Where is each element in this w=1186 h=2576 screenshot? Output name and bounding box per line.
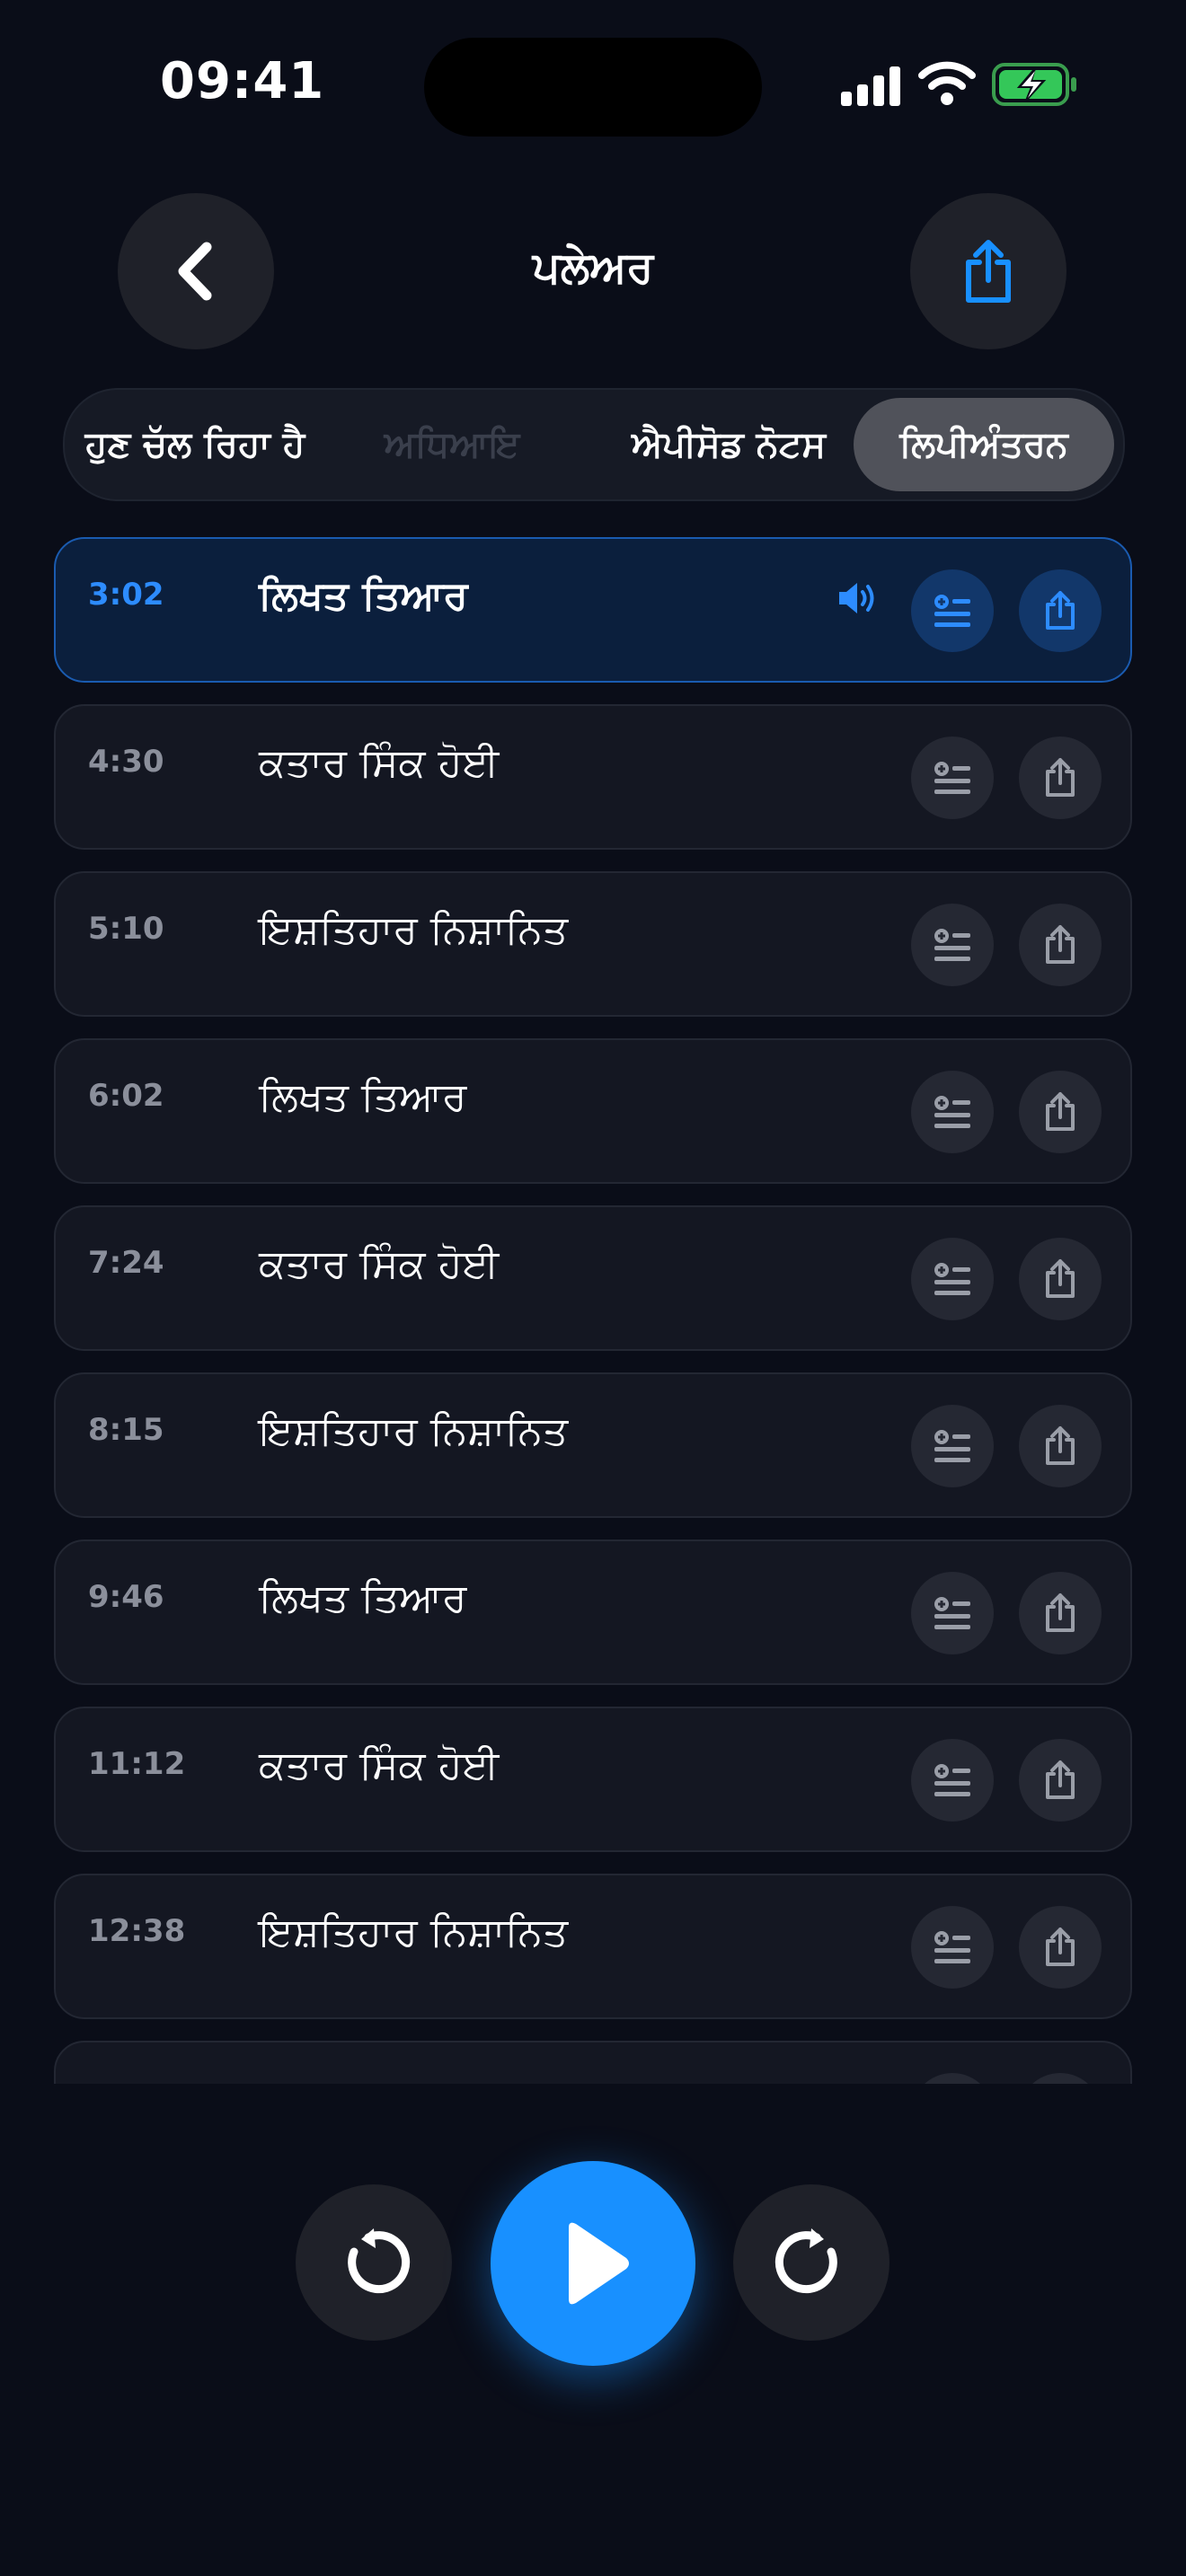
add-to-queue-button[interactable] bbox=[911, 1405, 994, 1487]
share-icon bbox=[1046, 758, 1075, 797]
transcript-timestamp[interactable]: 9:46 bbox=[88, 1579, 164, 1615]
add-to-queue-button[interactable] bbox=[911, 737, 994, 819]
share-segment-button[interactable] bbox=[1019, 1071, 1102, 1153]
transcript-text: ਇਸ਼ਤਿਹਾਰ ਨਿਸ਼ਾਨਿਤ bbox=[259, 1408, 569, 1454]
share-icon bbox=[1046, 1593, 1075, 1632]
transcript-row[interactable]: 8:15 ਇਸ਼ਤਿਹਾਰ ਨਿਸ਼ਾਨਿਤ bbox=[54, 1372, 1132, 1518]
transcript-list[interactable]: 3:02 ਲਿਖਤ ਤਿਆਰ 4:30 ਕਤਾਰ ਸਿੰਕ ਹੋਈ 5:10 ਇਸ਼ਤਿਹ… bbox=[54, 537, 1132, 2084]
share-icon bbox=[1046, 591, 1075, 630]
share-segment-button[interactable] bbox=[1019, 1572, 1102, 1654]
transcript-row[interactable]: 12:38 ਇਸ਼ਤਿਹਾਰ ਨਿਸ਼ਾਨਿਤ bbox=[54, 1874, 1132, 2019]
add-to-queue-button[interactable] bbox=[911, 904, 994, 986]
wifi-icon bbox=[918, 61, 976, 105]
add-to-queue-icon bbox=[934, 1931, 970, 1963]
share-icon bbox=[1046, 1928, 1075, 1966]
add-to-queue-icon bbox=[934, 929, 970, 961]
add-to-queue-icon bbox=[934, 1597, 970, 1629]
speaker-icon bbox=[839, 583, 874, 613]
add-to-queue-button[interactable] bbox=[911, 1238, 994, 1320]
share-button[interactable] bbox=[910, 193, 1067, 349]
tab-episode-notes[interactable]: ਐਪੀਸੋਡ ਨੋਟਸ bbox=[611, 390, 846, 499]
share-icon bbox=[1046, 925, 1075, 964]
transcript-timestamp[interactable]: 11:12 bbox=[88, 1746, 185, 1782]
transcript-row-active[interactable]: 3:02 ਲਿਖਤ ਤਿਆਰ bbox=[54, 537, 1132, 683]
add-to-queue-icon bbox=[934, 762, 970, 794]
transcript-row[interactable] bbox=[54, 2041, 1132, 2084]
transcript-timestamp[interactable]: 4:30 bbox=[88, 744, 164, 780]
transcript-text: ਕਤਾਰ ਸਿੰਕ ਹੋਈ bbox=[259, 740, 500, 786]
transcript-text: ਲਿਖਤ ਤਿਆਰ bbox=[259, 1575, 467, 1621]
add-to-queue-button[interactable] bbox=[911, 2073, 994, 2084]
status-time: 09:41 bbox=[160, 52, 325, 110]
share-icon bbox=[966, 240, 1011, 303]
share-segment-button[interactable] bbox=[1019, 1405, 1102, 1487]
forward-button[interactable] bbox=[733, 2184, 890, 2341]
dynamic-island bbox=[424, 38, 762, 137]
add-to-queue-button[interactable] bbox=[911, 1906, 994, 1989]
transcript-text: ਇਸ਼ਤਿਹਾਰ ਨਿਸ਼ਾਨਿਤ bbox=[259, 907, 569, 953]
transcript-text: ਲਿਖਤ ਤਿਆਰ bbox=[259, 573, 468, 619]
transcript-row[interactable]: 5:10 ਇਸ਼ਤਿਹਾਰ ਨਿਸ਼ਾਨਿਤ bbox=[54, 871, 1132, 1017]
transcript-row[interactable]: 4:30 ਕਤਾਰ ਸਿੰਕ ਹੋਈ bbox=[54, 704, 1132, 850]
rewind-button[interactable] bbox=[296, 2184, 452, 2341]
share-segment-button[interactable] bbox=[1019, 1238, 1102, 1320]
add-to-queue-icon bbox=[934, 595, 970, 627]
transcript-timestamp[interactable]: 7:24 bbox=[88, 1245, 164, 1281]
transcript-row[interactable]: 6:02 ਲਿਖਤ ਤਿਆਰ bbox=[54, 1038, 1132, 1184]
add-to-queue-button[interactable] bbox=[911, 1071, 994, 1153]
share-segment-button[interactable] bbox=[1019, 1906, 1102, 1989]
add-to-queue-button[interactable] bbox=[911, 569, 994, 652]
transcript-text: ਇਸ਼ਤਿਹਾਰ ਨਿਸ਼ਾਨਿਤ bbox=[259, 1910, 569, 1955]
tab-transcript[interactable]: ਲਿਪੀਅੰਤਰਨ bbox=[854, 398, 1114, 491]
transcript-row[interactable]: 9:46 ਲਿਖਤ ਤਿਆਰ bbox=[54, 1539, 1132, 1685]
share-segment-button[interactable] bbox=[1019, 737, 1102, 819]
transcript-timestamp[interactable]: 6:02 bbox=[88, 1078, 164, 1114]
tab-chapters: ਅਧਿਆਇ bbox=[384, 424, 520, 465]
transcript-text: ਕਤਾਰ ਸਿੰਕ ਹੋਈ bbox=[259, 1241, 500, 1287]
transcript-row[interactable]: 11:12 ਕਤਾਰ ਸਿੰਕ ਹੋਈ bbox=[54, 1707, 1132, 1852]
now-speaking-indicator bbox=[836, 580, 879, 620]
share-segment-button[interactable] bbox=[1019, 569, 1102, 652]
share-icon bbox=[1046, 1259, 1075, 1298]
forward-icon bbox=[774, 2228, 837, 2294]
share-icon bbox=[1046, 1760, 1075, 1799]
transcript-row[interactable]: 7:24 ਕਤਾਰ ਸਿੰਕ ਹੋਈ bbox=[54, 1205, 1132, 1351]
rewind-icon bbox=[348, 2228, 411, 2294]
share-icon bbox=[1046, 1092, 1075, 1131]
share-segment-button[interactable] bbox=[1019, 1739, 1102, 1822]
transcript-timestamp[interactable]: 3:02 bbox=[88, 577, 164, 613]
share-segment-button[interactable] bbox=[1019, 904, 1102, 986]
cellular-signal-icon bbox=[841, 66, 900, 106]
add-to-queue-icon bbox=[934, 1263, 970, 1295]
add-to-queue-icon bbox=[934, 1096, 970, 1128]
share-icon bbox=[1046, 1426, 1075, 1465]
transcript-timestamp[interactable]: 12:38 bbox=[88, 1913, 185, 1949]
status-bar: 09:41 bbox=[0, 0, 1186, 171]
segmented-tabs: ਹੁਣ ਚੱਲ ਰਿਹਾ ਹੈ ਅਧਿਆਇ ਐਪੀਸੋਡ ਨੋਟਸ ਲਿਪੀਅੰ… bbox=[63, 388, 1125, 501]
play-icon bbox=[569, 2222, 629, 2305]
transcript-timestamp[interactable]: 8:15 bbox=[88, 1412, 164, 1448]
add-to-queue-icon bbox=[934, 1430, 970, 1462]
battery-charging-icon bbox=[992, 63, 1076, 106]
tab-now-playing[interactable]: ਹੁਣ ਚੱਲ ਰਿਹਾ ਹੈ bbox=[81, 390, 309, 499]
add-to-queue-icon bbox=[934, 1764, 970, 1796]
add-to-queue-button[interactable] bbox=[911, 1739, 994, 1822]
play-button[interactable] bbox=[491, 2161, 695, 2366]
share-segment-button[interactable] bbox=[1019, 2073, 1102, 2084]
add-to-queue-button[interactable] bbox=[911, 1572, 994, 1654]
transcript-text: ਕਤਾਰ ਸਿੰਕ ਹੋਈ bbox=[259, 1742, 500, 1788]
transcript-timestamp[interactable]: 5:10 bbox=[88, 911, 164, 947]
transcript-text: ਲਿਖਤ ਤਿਆਰ bbox=[259, 1074, 467, 1120]
